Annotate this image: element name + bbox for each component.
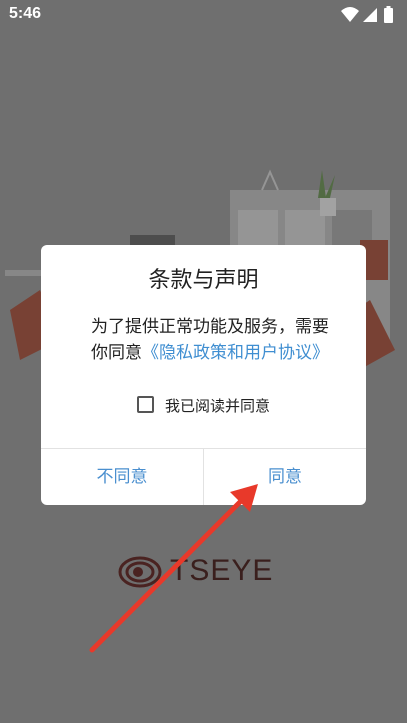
status-icons — [341, 6, 393, 23]
disagree-button[interactable]: 不同意 — [41, 449, 203, 505]
agree-checkbox[interactable] — [137, 396, 154, 413]
privacy-policy-link[interactable]: 《隐私政策和用户协议》 — [142, 343, 329, 363]
tseye-logo: TSEYE — [118, 552, 298, 592]
app-screen: 5:46 TSEYE 条款与声明 为了提供正常功能及服务，需要你同意《隐私政策和… — [0, 0, 407, 723]
status-time: 5:46 — [9, 5, 42, 22]
terms-dialog: 条款与声明 为了提供正常功能及服务，需要你同意《隐私政策和用户协议》 我已阅读并… — [41, 245, 366, 505]
signal-icon — [363, 8, 377, 22]
wifi-icon — [341, 7, 359, 22]
eye-logo-icon — [118, 556, 162, 588]
battery-icon — [384, 6, 393, 23]
agree-button[interactable]: 同意 — [204, 449, 366, 505]
dialog-title: 条款与声明 — [148, 268, 259, 293]
logo-text: TSEYE — [170, 554, 274, 587]
status-bar: 5:46 — [0, 0, 407, 30]
dialog-message: 为了提供正常功能及服务，需要你同意《隐私政策和用户协议》 — [91, 314, 341, 366]
agree-checkbox-label[interactable]: 我已阅读并同意 — [165, 395, 270, 416]
